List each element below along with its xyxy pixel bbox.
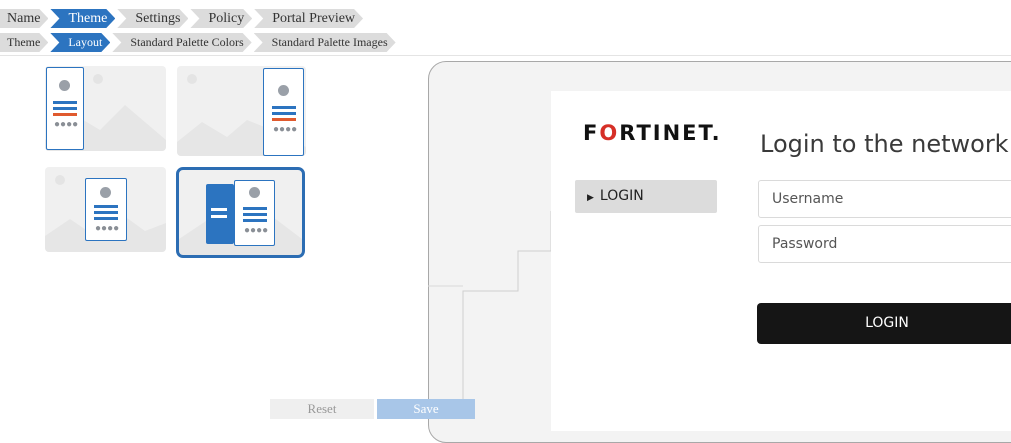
layout-option-card-right[interactable]: ●●●●: [177, 66, 306, 156]
selected-layout-frame: [176, 167, 305, 258]
login-title: Login to the network: [760, 130, 1009, 158]
wizard-breadcrumb: Name Theme Settings Policy Portal Previe…: [0, 9, 365, 28]
dots-icon: ●●●●: [95, 223, 120, 234]
menu-item-login[interactable]: ▶ LOGIN: [575, 180, 717, 213]
save-button[interactable]: Save: [377, 399, 475, 419]
step-portal-preview[interactable]: Portal Preview: [254, 9, 363, 28]
login-button[interactable]: LOGIN: [757, 303, 1011, 344]
step-settings[interactable]: Settings: [117, 9, 188, 28]
step-policy[interactable]: Policy: [190, 9, 252, 28]
reset-button[interactable]: Reset: [270, 399, 374, 419]
layout-option-card-center[interactable]: ●●●●: [45, 167, 166, 252]
step-name[interactable]: Name: [0, 9, 48, 28]
theme-sub-breadcrumb: Theme Layout Standard Palette Colors Sta…: [0, 33, 398, 52]
triangle-right-icon: ▶: [587, 193, 594, 203]
substep-palette-images[interactable]: Standard Palette Images: [254, 33, 396, 52]
password-input[interactable]: [758, 225, 1011, 263]
login-card-thumbnail: ●●●●: [46, 67, 84, 150]
substep-theme[interactable]: Theme: [0, 33, 48, 52]
step-theme[interactable]: Theme: [50, 9, 115, 28]
sun-shape: [55, 175, 65, 185]
layout-option-card-left[interactable]: ●●●●: [45, 66, 166, 151]
login-card-thumbnail: ●●●●: [85, 178, 127, 241]
dots-icon: ●●●●: [54, 119, 79, 130]
divider: [0, 55, 1011, 56]
avatar-icon: [100, 187, 111, 198]
login-card-thumbnail: ●●●●: [263, 68, 304, 156]
dots-icon: ●●●●: [273, 124, 298, 135]
username-input[interactable]: [758, 180, 1011, 218]
substep-layout[interactable]: Layout: [50, 33, 110, 52]
fortinet-logo: FORTINET.: [583, 121, 722, 145]
substep-palette-colors[interactable]: Standard Palette Colors: [112, 33, 251, 52]
sun-shape: [187, 74, 197, 84]
avatar-icon: [59, 80, 70, 91]
sun-shape: [93, 74, 103, 84]
menu-item-label: LOGIN: [599, 188, 644, 204]
avatar-icon: [278, 85, 289, 96]
